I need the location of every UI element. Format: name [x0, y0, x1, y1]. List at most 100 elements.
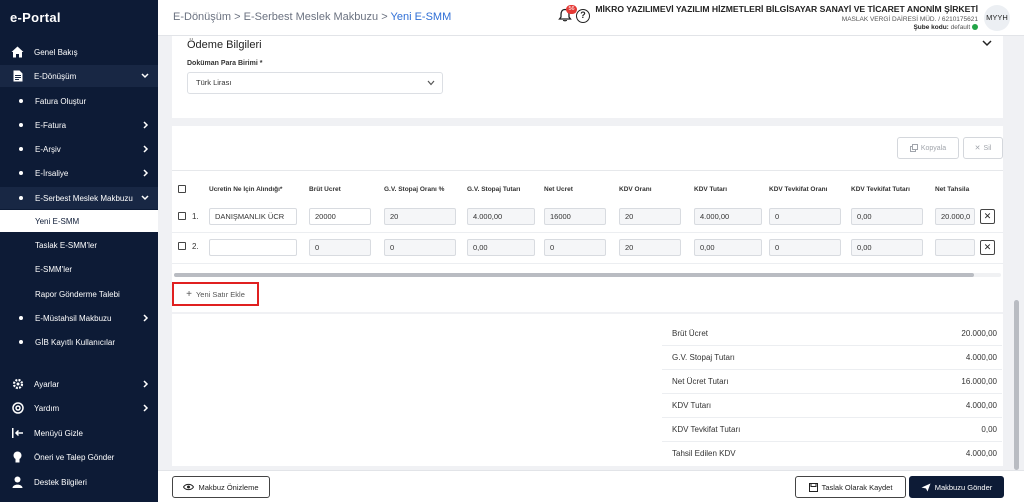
- stopaj-rate-input[interactable]: 0: [384, 239, 456, 256]
- select-all-checkbox[interactable]: [178, 185, 186, 193]
- copy-button[interactable]: Kopyala: [897, 137, 959, 159]
- currency-label: Doküman Para Birimi *: [187, 60, 263, 67]
- sidebar-item-e-smm[interactable]: E-Serbest Meslek Makbuzu: [0, 187, 158, 209]
- vat-withholding-amount-field: 0,00: [851, 208, 923, 225]
- sidebar-item-e-mustahsil[interactable]: E-Müstahsil Makbuzu: [0, 307, 158, 329]
- total-row: KDV Tevkifat Tutarı 0,00: [662, 418, 1002, 442]
- description-input[interactable]: [209, 239, 297, 256]
- chevron-down-icon: [427, 80, 435, 86]
- row-divider: [172, 232, 1003, 233]
- avatar[interactable]: MYYH: [984, 5, 1010, 31]
- breadcrumb-separator: >: [381, 11, 388, 23]
- company-name: MİKRO YAZILIMEVİ YAZILIM HİZMETLERİ BİLG…: [595, 4, 978, 14]
- sidebar-item-e-fatura[interactable]: E-Fatura: [0, 114, 158, 136]
- copy-icon: [909, 144, 918, 152]
- line-items-card: Kopyala ✕ Sil Ücretin Ne İçin Alındığı* …: [172, 126, 1003, 312]
- close-icon: ✕: [983, 211, 992, 221]
- scrollbar-thumb[interactable]: [174, 273, 974, 277]
- lightbulb-icon: [11, 451, 24, 464]
- gross-fee-input[interactable]: 20000: [309, 208, 371, 225]
- column-header: KDV Tevkifat Tutarı: [851, 186, 910, 193]
- bullet-icon: [19, 340, 23, 344]
- column-header: KDV Tutarı: [694, 186, 728, 193]
- column-header: G.V. Stopaj Tutarı: [467, 186, 521, 193]
- sidebar-item-gib-kullanicilar[interactable]: GİB Kayıtlı Kullanıcılar: [0, 331, 158, 353]
- sidebar-item-oneri[interactable]: Öneri ve Talep Gönder: [0, 446, 158, 468]
- page-scrollbar[interactable]: [1014, 300, 1019, 470]
- sidebar-item-label: E-Dönüşüm: [34, 71, 77, 81]
- sidebar-item-overview[interactable]: Genel Bakış: [0, 41, 158, 63]
- sidebar-item-e-donusum[interactable]: E-Dönüşüm: [0, 65, 158, 87]
- total-label: Brüt Ücret: [672, 329, 709, 338]
- description-input[interactable]: DANIŞMANLIK ÜCR: [209, 208, 297, 225]
- column-header: Brüt Ücret: [309, 186, 341, 193]
- vat-withholding-rate-select[interactable]: 0: [769, 239, 841, 256]
- stopaj-rate-input[interactable]: 20: [384, 208, 456, 225]
- row-number: 2.: [192, 242, 199, 251]
- save-draft-button[interactable]: Taslak Olarak Kaydet: [795, 476, 906, 498]
- total-row: Brüt Ücret 20.000,00: [662, 322, 1002, 346]
- net-fee-input[interactable]: 16000: [544, 208, 606, 225]
- help-icon[interactable]: ?: [576, 9, 590, 23]
- document-icon: [11, 70, 24, 83]
- save-draft-label: Taslak Olarak Kaydet: [821, 482, 893, 492]
- column-header: Net Tahsila: [935, 186, 970, 193]
- sidebar-item-label: E-SMM'ler: [35, 264, 73, 274]
- sidebar-item-menuyu-gizle[interactable]: Menüyü Gizle: [0, 422, 158, 444]
- app-logo: e-Portal: [10, 10, 61, 25]
- row-checkbox[interactable]: [178, 212, 186, 220]
- payment-info-card: Ödeme Bilgileri Doküman Para Birimi * Tü…: [172, 36, 1003, 118]
- gross-fee-input[interactable]: 0: [309, 239, 371, 256]
- bullet-icon: [19, 316, 23, 320]
- vat-rate-select[interactable]: 20: [619, 208, 681, 225]
- total-value: 20.000,00: [961, 329, 997, 338]
- bullet-icon: [19, 171, 23, 175]
- sidebar-item-yardim[interactable]: Yardım: [0, 397, 158, 419]
- total-row: KDV Tutarı 4.000,00: [662, 394, 1002, 418]
- breadcrumb-item[interactable]: E-Dönüşüm: [173, 11, 231, 23]
- sidebar-item-esmmler[interactable]: E-SMM'ler: [0, 258, 158, 280]
- net-fee-input[interactable]: 0: [544, 239, 606, 256]
- chevron-right-icon: [143, 145, 149, 153]
- user-icon: [11, 476, 24, 489]
- sidebar-item-label: Yeni E-SMM: [35, 216, 80, 226]
- send-button[interactable]: Makbuzu Gönder: [909, 476, 1004, 498]
- delete-row-button[interactable]: ✕: [980, 209, 995, 224]
- footer-bar: Makbuz Önizleme Taslak Olarak Kaydet Mak…: [158, 470, 1024, 502]
- breadcrumb-item[interactable]: E-Serbest Meslek Makbuzu: [244, 11, 379, 23]
- sidebar-item-taslak-esmm[interactable]: Taslak E-SMM'ler: [0, 234, 158, 256]
- branch-label: Şube kodu:: [913, 24, 949, 31]
- vat-withholding-rate-select[interactable]: 0: [769, 208, 841, 225]
- add-row-button[interactable]: + Yeni Satır Ekle: [172, 282, 259, 306]
- stopaj-amount-field: 4.000,00: [467, 208, 535, 225]
- total-row: Net Ücret Tutarı 16.000,00: [662, 370, 1002, 394]
- net-collected-field: [935, 239, 975, 256]
- chevron-down-icon[interactable]: [981, 38, 993, 48]
- vat-rate-select[interactable]: 20: [619, 239, 681, 256]
- delete-button[interactable]: ✕ Sil: [963, 137, 1003, 159]
- tax-office: MASLAK VERGİ DAİRESİ MÜD. / 6210175621: [841, 16, 978, 23]
- sidebar-item-rapor-gonderme[interactable]: Rapor Gönderme Talebi: [0, 283, 158, 305]
- breadcrumb-separator: >: [234, 11, 241, 23]
- status-dot-icon: [972, 24, 978, 31]
- top-bar: E-Dönüşüm > E-Serbest Meslek Makbuzu > Y…: [158, 0, 1024, 36]
- total-value: 4.000,00: [965, 449, 997, 458]
- row-checkbox[interactable]: [178, 242, 186, 250]
- column-header: G.V. Stopaj Oranı %: [384, 186, 445, 193]
- sidebar: e-Portal Genel Bakış E-Dönüşüm Fatura Ol…: [0, 0, 158, 502]
- total-label: KDV Tutarı: [672, 401, 712, 410]
- sidebar-item-e-irsaliye[interactable]: E-İrsaliye: [0, 162, 158, 184]
- sidebar-item-ayarlar[interactable]: Ayarlar: [0, 373, 158, 395]
- sidebar-item-fatura-olustur[interactable]: Fatura Oluştur: [0, 90, 158, 112]
- sidebar-item-e-arsiv[interactable]: E-Arşiv: [0, 138, 158, 160]
- vat-amount-field: 4.000,00: [694, 208, 762, 225]
- collapse-icon: [11, 427, 24, 440]
- preview-button[interactable]: Makbuz Önizleme: [172, 476, 270, 498]
- chevron-right-icon: [143, 121, 149, 129]
- delete-row-button[interactable]: ✕: [980, 240, 995, 255]
- sidebar-item-yeni-esmm[interactable]: Yeni E-SMM: [0, 210, 158, 232]
- breadcrumb: E-Dönüşüm > E-Serbest Meslek Makbuzu > Y…: [173, 11, 451, 23]
- sidebar-item-label: Menüyü Gizle: [34, 428, 83, 438]
- currency-select[interactable]: Türk Lirası: [187, 72, 443, 94]
- sidebar-item-destek[interactable]: Destek Bilgileri: [0, 471, 158, 493]
